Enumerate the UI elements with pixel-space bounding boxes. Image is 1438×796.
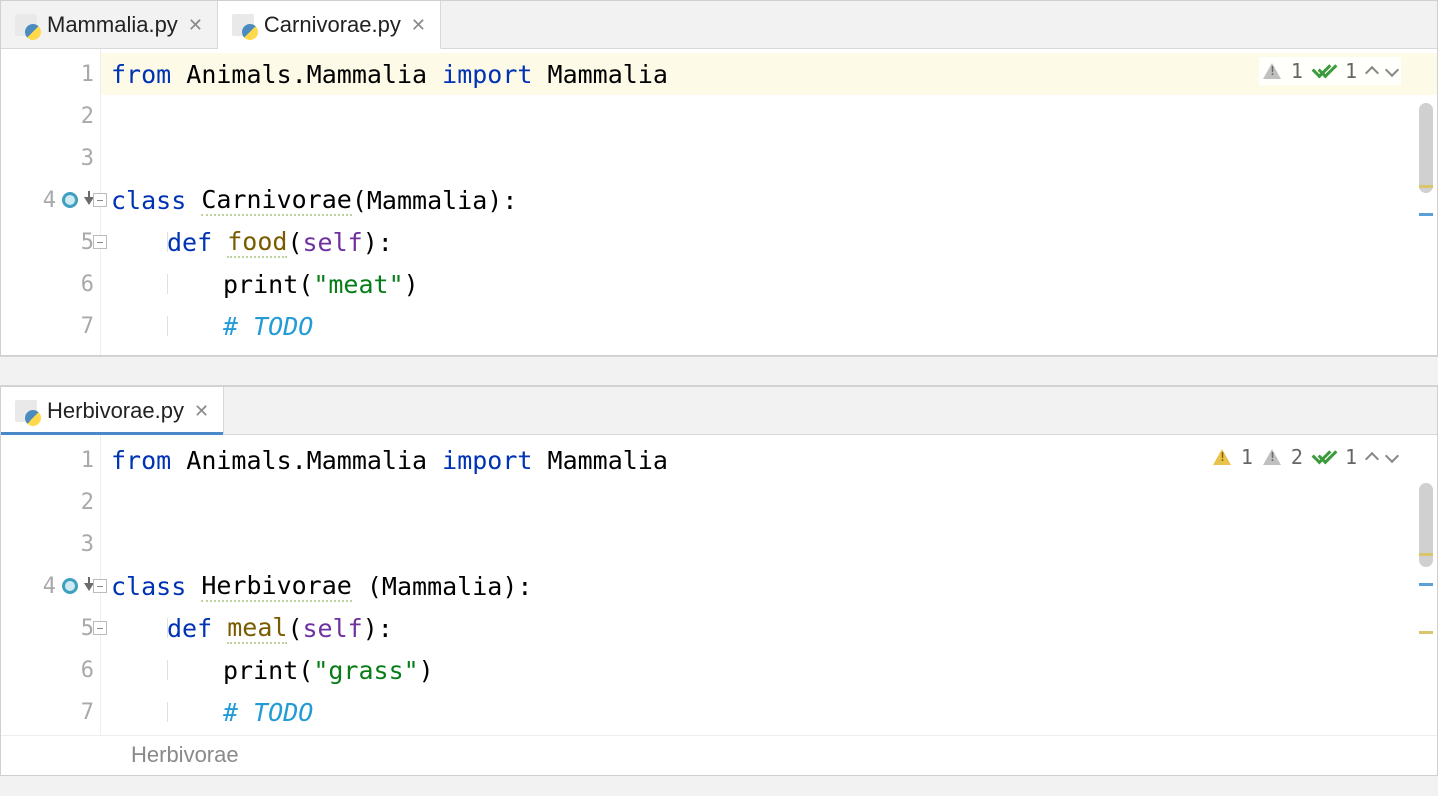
line-number: 2 [68, 490, 94, 515]
code-line[interactable]: def food(self): [101, 221, 1437, 263]
override-icon[interactable] [62, 578, 78, 594]
line-number: 7 [68, 700, 94, 725]
line-number: 7 [68, 314, 94, 339]
line-number: 6 [68, 658, 94, 683]
close-icon[interactable]: ✕ [194, 402, 209, 420]
breadcrumb-item[interactable]: Herbivorae [131, 742, 239, 767]
warning-icon[interactable] [1263, 63, 1281, 79]
ok-count: 1 [1345, 445, 1357, 469]
editor-pane-bottom: Herbivorae.py ✕ 1 2 3 4 5 6 7 from Anima… [0, 386, 1438, 776]
warning-icon[interactable] [1213, 449, 1231, 465]
code-line[interactable]: from Animals.Mammalia import Mammalia [101, 53, 1437, 95]
inspection-status[interactable]: 1 2 1 [1209, 443, 1401, 471]
code-area[interactable]: from Animals.Mammalia import Mammalia cl… [101, 49, 1437, 355]
code-line[interactable]: # TODO [101, 691, 1437, 733]
fold-icon[interactable] [93, 579, 107, 593]
ok-icon[interactable] [1313, 449, 1335, 465]
weak-warning-icon[interactable] [1263, 449, 1281, 465]
line-number: 1 [68, 62, 94, 87]
python-file-icon [232, 14, 254, 36]
code-line[interactable]: # TODO [101, 305, 1437, 347]
ok-icon[interactable] [1313, 63, 1335, 79]
line-number: 4 [30, 574, 56, 599]
override-icon[interactable] [62, 192, 78, 208]
code-line[interactable]: class Carnivorae(Mammalia): [101, 179, 1437, 221]
editor-pane-top: Mammalia.py ✕ Carnivorae.py ✕ 1 2 3 4 5 … [0, 0, 1438, 356]
code-line[interactable]: print("meat") [101, 263, 1437, 305]
tab-label: Herbivorae.py [47, 398, 184, 424]
warning-count: 1 [1291, 59, 1303, 83]
chevron-down-icon[interactable] [1385, 62, 1399, 76]
split-divider[interactable] [0, 356, 1438, 386]
close-icon[interactable]: ✕ [188, 16, 203, 34]
code-line[interactable]: class Herbivorae (Mammalia): [101, 565, 1437, 607]
line-number: 3 [68, 532, 94, 557]
line-number: 6 [68, 272, 94, 297]
editor-area[interactable]: 1 2 3 4 5 6 7 from Animals.Mammalia impo… [1, 435, 1437, 735]
code-area[interactable]: from Animals.Mammalia import Mammalia cl… [101, 435, 1437, 735]
tab-label: Carnivorae.py [264, 12, 401, 38]
chevron-up-icon[interactable] [1365, 65, 1379, 79]
scrollbar[interactable] [1419, 443, 1433, 727]
line-number: 3 [68, 146, 94, 171]
code-line[interactable]: print("grass") [101, 649, 1437, 691]
marker-warning[interactable] [1419, 553, 1433, 556]
marker-info[interactable] [1419, 583, 1433, 586]
tab-carnivorae[interactable]: Carnivorae.py ✕ [218, 1, 441, 49]
weak-warning-count: 2 [1291, 445, 1303, 469]
tab-bar: Mammalia.py ✕ Carnivorae.py ✕ [1, 1, 1437, 49]
code-line[interactable] [101, 481, 1437, 523]
marker-info[interactable] [1419, 213, 1433, 216]
code-line[interactable]: def meal(self): [101, 607, 1437, 649]
code-line[interactable] [101, 95, 1437, 137]
scrollbar[interactable] [1419, 57, 1433, 347]
line-number: 1 [68, 448, 94, 473]
line-number: 2 [68, 104, 94, 129]
fold-icon[interactable] [93, 193, 107, 207]
line-number: 5 [68, 230, 94, 255]
tab-mammalia[interactable]: Mammalia.py ✕ [1, 1, 218, 48]
tab-label: Mammalia.py [47, 12, 178, 38]
inspection-status[interactable]: 1 1 [1259, 57, 1401, 85]
marker-warning[interactable] [1419, 185, 1433, 188]
editor-area[interactable]: 1 2 3 4 5 6 7 from Animals.Mammalia impo… [1, 49, 1437, 355]
scrollbar-thumb[interactable] [1419, 103, 1433, 193]
fold-icon[interactable] [93, 235, 107, 249]
marker-warning[interactable] [1419, 631, 1433, 634]
code-line[interactable] [101, 137, 1437, 179]
python-file-icon [15, 14, 37, 36]
line-number: 5 [68, 616, 94, 641]
close-icon[interactable]: ✕ [411, 16, 426, 34]
gutter: 1 2 3 4 5 6 7 [1, 49, 101, 355]
chevron-down-icon[interactable] [1385, 448, 1399, 462]
python-file-icon [15, 400, 37, 422]
warning-count: 1 [1241, 445, 1253, 469]
fold-icon[interactable] [93, 621, 107, 635]
ok-count: 1 [1345, 59, 1357, 83]
code-line[interactable] [101, 523, 1437, 565]
tab-bar: Herbivorae.py ✕ [1, 387, 1437, 435]
breadcrumb[interactable]: Herbivorae [1, 735, 1437, 775]
line-number: 4 [30, 188, 56, 213]
tab-herbivorae[interactable]: Herbivorae.py ✕ [1, 387, 224, 435]
gutter: 1 2 3 4 5 6 7 [1, 435, 101, 735]
chevron-up-icon[interactable] [1365, 451, 1379, 465]
